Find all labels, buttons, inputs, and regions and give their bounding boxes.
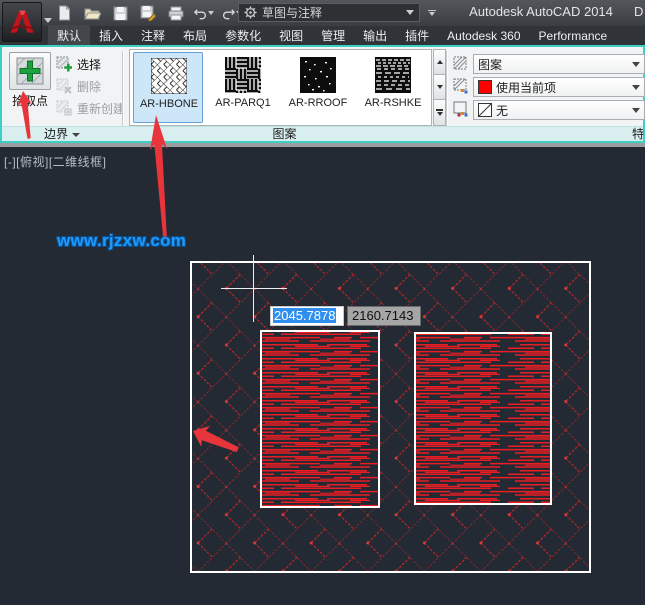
- background-color-icon: [452, 101, 468, 117]
- gallery-item-label: AR-HBONE: [134, 98, 204, 110]
- delete-boundary-icon: [56, 78, 72, 94]
- gallery-item-ar-hbone[interactable]: AR-HBONE: [133, 52, 203, 123]
- tab-parametric[interactable]: 参数化: [216, 25, 270, 46]
- gallery-item-ar-parq1[interactable]: AR-PARQ1: [208, 52, 278, 123]
- gallery-scrollbar: [433, 49, 446, 126]
- ar-parq1-swatch-icon: [225, 57, 261, 93]
- inner-island-right[interactable]: [415, 333, 551, 504]
- workspace-switcher[interactable]: 草图与注释: [238, 3, 420, 22]
- watermark-text: www.rjzxw.com: [57, 231, 186, 251]
- delete-boundary-button[interactable]: 删除: [56, 77, 101, 95]
- hatch-preview-drawing: [0, 147, 645, 605]
- save-as-icon[interactable]: [138, 3, 158, 23]
- window-title: Autodesk AutoCAD 2014: [455, 4, 627, 19]
- tab-manage[interactable]: 管理: [312, 25, 354, 46]
- none-swatch: [478, 103, 492, 117]
- panel-separator: [122, 51, 123, 127]
- quick-access-toolbar: [54, 3, 242, 23]
- ribbon-hatch-creation: 拾取点 选择 删除 重新创建: [0, 45, 645, 143]
- gear-icon: [244, 6, 257, 19]
- workspace-caret-icon: [406, 10, 414, 15]
- plot-icon[interactable]: [166, 3, 186, 23]
- gallery-item-label: AR-PARQ1: [208, 97, 278, 109]
- hatch-type-icon: [452, 55, 468, 71]
- delete-boundary-label: 删除: [77, 78, 101, 95]
- new-file-icon[interactable]: [54, 3, 74, 23]
- background-value: 无: [496, 102, 508, 119]
- hatch-color-value: 使用当前项: [496, 79, 556, 96]
- panel-label-strip: 边界 图案 特: [2, 126, 643, 141]
- recreate-boundary-label: 重新创建: [77, 100, 125, 117]
- gallery-expand-button[interactable]: [433, 99, 446, 126]
- dropdown-caret-icon: [632, 85, 640, 90]
- scroll-down-icon: [437, 85, 443, 89]
- scroll-up-icon: [437, 60, 443, 64]
- dynamic-input-y-value: 2160.7143: [352, 308, 413, 323]
- panel-separator: [446, 51, 447, 127]
- hatch-type-value: 图案: [478, 56, 502, 73]
- ar-rshke-swatch-icon: [375, 57, 411, 93]
- hatch-pattern-gallery: AR-HBONE AR-PARQ1 AR-RROOF: [129, 49, 432, 126]
- document-title-clipped: D: [634, 4, 643, 19]
- ar-rroof-swatch-icon: [300, 57, 336, 93]
- tab-annotate[interactable]: 注释: [132, 25, 174, 46]
- inner-island-left[interactable]: [261, 331, 379, 507]
- undo-dropdown-icon[interactable]: [208, 11, 214, 15]
- tab-plugins[interactable]: 插件: [396, 25, 438, 46]
- tab-autodesk360[interactable]: Autodesk 360: [438, 27, 529, 45]
- app-menu-caret-icon[interactable]: [44, 18, 52, 23]
- tab-performance[interactable]: Performance: [530, 27, 617, 45]
- undo-icon[interactable]: [194, 3, 214, 23]
- hatch-type-dropdown[interactable]: 图案: [473, 54, 645, 74]
- dropdown-caret-icon: [632, 108, 640, 113]
- autocad-logo-icon: [7, 7, 37, 37]
- gallery-item-ar-rroof[interactable]: AR-RROOF: [283, 52, 353, 123]
- pattern-panel-label: 图案: [123, 127, 446, 142]
- current-color-swatch: [478, 80, 492, 94]
- tab-layout[interactable]: 布局: [174, 25, 216, 46]
- tab-default[interactable]: 默认: [48, 25, 90, 46]
- open-file-icon[interactable]: [82, 3, 102, 23]
- tab-view[interactable]: 视图: [270, 25, 312, 46]
- workspace-value: 草图与注释: [262, 4, 322, 21]
- dynamic-input-x-value: 2045.7878: [273, 308, 336, 323]
- autocad-window: { "window": { "title": "Autodesk AutoCAD…: [0, 0, 645, 605]
- gallery-item-label: AR-RSHKE: [358, 97, 428, 109]
- dynamic-input-x[interactable]: 2045.7878: [270, 306, 344, 326]
- recreate-boundary-icon: [56, 100, 72, 116]
- background-color-dropdown[interactable]: 无: [473, 100, 645, 120]
- pick-points-button[interactable]: [9, 52, 51, 90]
- drawing-canvas[interactable]: [-][俯视][二维线框] www.rjzxw.com 2045.7878 21…: [0, 147, 645, 605]
- recreate-boundary-button[interactable]: 重新创建: [56, 99, 125, 117]
- select-boundary-label: 选择: [77, 56, 101, 73]
- gallery-scroll-down-button[interactable]: [433, 74, 446, 100]
- ribbon-tab-row: 默认 插入 注释 布局 参数化 视图 管理 输出 插件 Autodesk 360…: [0, 26, 645, 45]
- hatch-color-icon: [452, 78, 468, 94]
- boundary-flyout-icon[interactable]: [72, 133, 80, 137]
- pick-points-icon: [15, 56, 45, 86]
- viewport-controls[interactable]: [-][俯视][二维线框]: [4, 153, 107, 170]
- dynamic-input-y: 2160.7143: [347, 306, 421, 326]
- properties-panel-label: 特: [632, 127, 645, 142]
- tab-output[interactable]: 输出: [354, 25, 396, 46]
- hatch-color-dropdown[interactable]: 使用当前项: [473, 77, 645, 97]
- app-menu-button[interactable]: [2, 2, 42, 42]
- tab-insert[interactable]: 插入: [90, 25, 132, 46]
- dropdown-caret-icon: [632, 62, 640, 67]
- gallery-item-ar-rshke[interactable]: AR-RSHKE: [358, 52, 428, 123]
- select-boundary-button[interactable]: 选择: [56, 55, 101, 73]
- title-bar: 草图与注释 Autodesk AutoCAD 2014 D: [0, 0, 645, 26]
- ar-hbone-swatch-icon: [151, 58, 187, 94]
- qat-customize-button[interactable]: [424, 5, 440, 20]
- boundary-panel-label[interactable]: 边界: [2, 127, 122, 142]
- pick-points-label: 拾取点: [2, 92, 58, 109]
- gallery-expand-icon: [437, 112, 443, 116]
- gallery-item-label: AR-RROOF: [283, 97, 353, 109]
- gallery-scroll-up-button[interactable]: [433, 49, 446, 75]
- select-boundary-icon: [56, 56, 72, 72]
- save-icon[interactable]: [110, 3, 130, 23]
